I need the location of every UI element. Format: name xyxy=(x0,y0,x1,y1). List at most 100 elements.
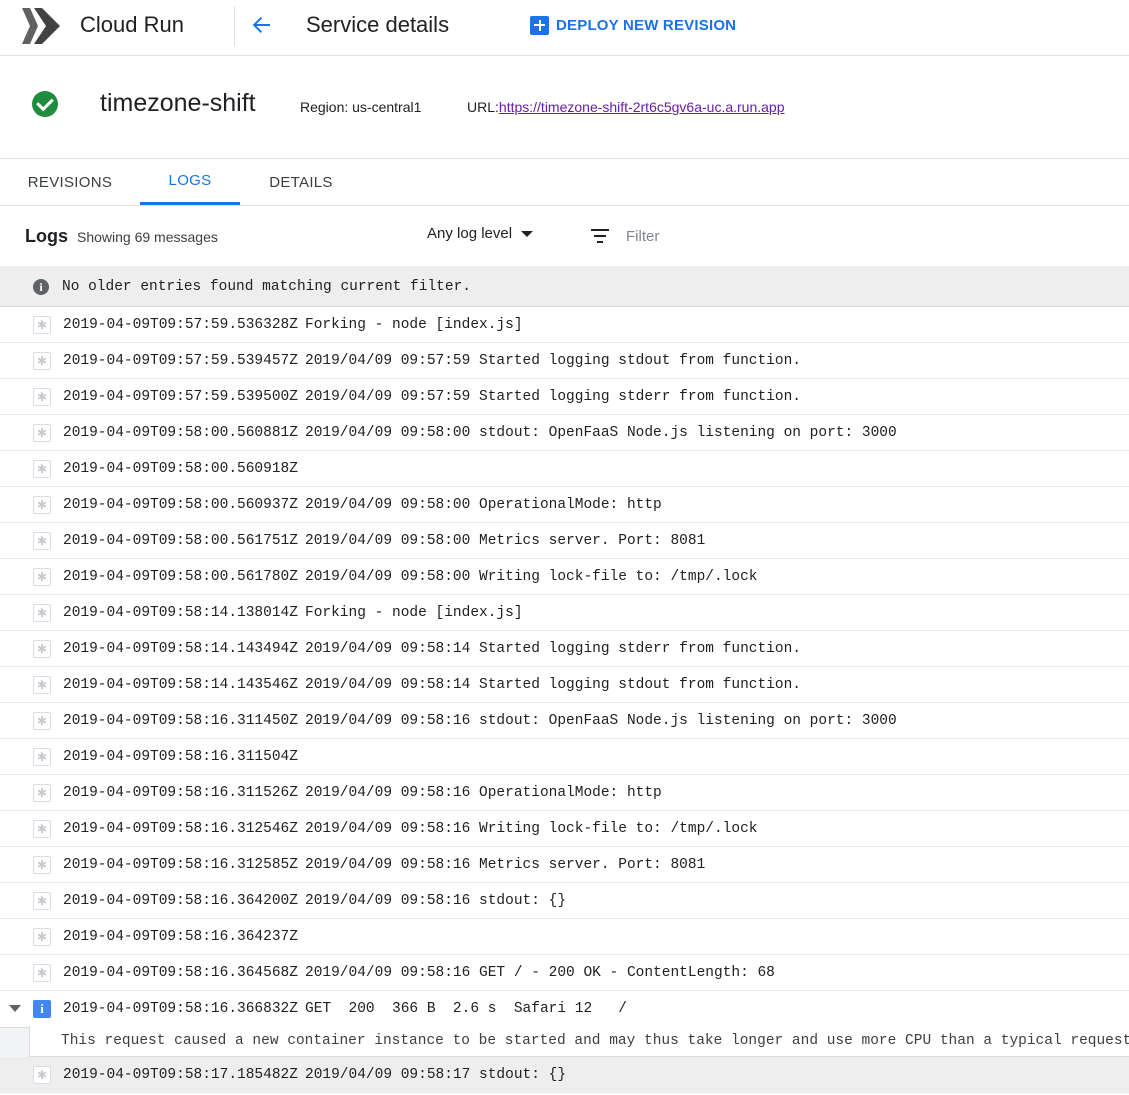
app-title: Cloud Run xyxy=(80,12,184,37)
log-entry-row[interactable]: ✱ 2019-04-09T09:58:17.185482Z 2019/04/09 0… xyxy=(0,1057,1129,1093)
severity-default-icon: ✱ xyxy=(33,964,51,982)
severity-default-icon: ✱ xyxy=(33,496,51,514)
tab-revisions[interactable]: REVISIONS xyxy=(0,159,140,205)
log-message: 2019/04/09 09:58:14 Started logging stde… xyxy=(305,641,801,657)
log-entry-row[interactable]: ✱ 2019-04-09T09:58:16.311526Z 2019/04/09 0… xyxy=(0,775,1129,811)
log-entry-row[interactable]: ✱ 2019-04-09T09:58:00.560881Z 2019/04/09 0… xyxy=(0,415,1129,451)
log-level-value: Any log level xyxy=(427,225,513,242)
log-entry-detail: This request caused a new container inst… xyxy=(0,1027,1129,1057)
log-timestamp: 2019-04-09T09:58:16.311526Z xyxy=(63,785,298,801)
log-timestamp: 2019-04-09T09:57:59.539457Z xyxy=(63,353,298,369)
log-entry-row[interactable]: ✱ 2019-04-09T09:57:59.539457Z 2019/04/09 0… xyxy=(0,343,1129,379)
severity-default-icon: ✱ xyxy=(33,316,51,334)
log-entry-row[interactable]: ✱ 2019-04-09T09:58:16.312585Z 2019/04/09 0… xyxy=(0,847,1129,883)
log-timestamp: 2019-04-09T09:58:00.561780Z xyxy=(63,569,298,585)
caret-down-icon xyxy=(521,230,534,237)
severity-default-icon: ✱ xyxy=(33,820,51,838)
severity-default-icon: ✱ xyxy=(33,1066,51,1084)
log-timestamp: 2019-04-09T09:57:59.539500Z xyxy=(63,389,298,405)
severity-default-icon: ✱ xyxy=(33,424,51,442)
severity-info-icon: i xyxy=(33,1000,51,1018)
severity-default-icon: ✱ xyxy=(33,928,51,946)
top-bar: Cloud Run Service details DEPLOY NEW REV… xyxy=(0,0,1129,56)
check-circle-icon xyxy=(32,91,58,117)
severity-default-icon: ✱ xyxy=(33,748,51,766)
log-message: 2019/04/09 09:58:16 Writing lock-file to… xyxy=(305,821,758,837)
tab-bar: REVISIONS LOGS DETAILS xyxy=(0,159,1129,206)
expand-arrow-icon[interactable] xyxy=(9,1005,21,1012)
log-entry-row[interactable]: ✱ 2019-04-09T09:58:00.561751Z 2019/04/09 0… xyxy=(0,523,1129,559)
severity-default-icon: ✱ xyxy=(33,640,51,658)
log-detail-text: This request caused a new container inst… xyxy=(61,1033,1129,1049)
log-timestamp: 2019-04-09T09:58:16.366832Z xyxy=(63,1001,298,1017)
deploy-label: DEPLOY NEW REVISION xyxy=(556,16,737,34)
log-entry-row[interactable]: ✱ 2019-04-09T09:57:59.536328Z Forking - no… xyxy=(0,307,1129,343)
plus-box-icon xyxy=(530,15,549,35)
info-icon: i xyxy=(33,279,49,295)
log-timestamp: 2019-04-09T09:58:14.138014Z xyxy=(63,605,298,621)
log-entry-row[interactable]: ✱ 2019-04-09T09:58:16.311450Z 2019/04/09 0… xyxy=(0,703,1129,739)
log-entry-row[interactable]: ✱ 2019-04-09T09:58:16.364237Z xyxy=(0,919,1129,955)
service-name: timezone-shift xyxy=(100,89,256,117)
log-entry-row[interactable]: ✱ 2019-04-09T09:58:00.560918Z xyxy=(0,451,1129,487)
service-url-link[interactable]: https://timezone-shift-2rt6c5gv6a-uc.a.r… xyxy=(499,99,785,115)
log-entry-row[interactable]: ✱ 2019-04-09T09:58:16.312546Z 2019/04/09 0… xyxy=(0,811,1129,847)
logs-count: Showing 69 messages xyxy=(77,229,218,245)
severity-default-icon: ✱ xyxy=(33,784,51,802)
log-timestamp: 2019-04-09T09:58:17.185482Z xyxy=(63,1067,298,1083)
severity-default-icon: ✱ xyxy=(33,460,51,478)
log-message: 2019/04/09 09:58:17 stdout: {} xyxy=(305,1067,567,1083)
tab-details[interactable]: DETAILS xyxy=(250,159,352,205)
filter-input[interactable] xyxy=(626,224,926,248)
severity-default-icon: ✱ xyxy=(33,712,51,730)
logs-toolbar: Logs Showing 69 messages Any log level xyxy=(0,206,1129,266)
service-url: URL:https://timezone-shift-2rt6c5gv6a-uc… xyxy=(467,99,785,115)
log-timestamp: 2019-04-09T09:58:16.311504Z xyxy=(63,749,298,765)
log-message: 2019/04/09 09:58:16 OperationalMode: htt… xyxy=(305,785,662,801)
log-level-select[interactable]: Any log level xyxy=(427,225,534,242)
severity-default-icon: ✱ xyxy=(33,388,51,406)
log-message: 2019/04/09 09:58:16 stdout: {} xyxy=(305,893,567,909)
severity-default-icon: ✱ xyxy=(33,604,51,622)
page-title: Service details xyxy=(306,12,450,37)
detail-gutter xyxy=(0,1027,30,1057)
log-entry-row[interactable]: ✱ 2019-04-09T09:58:16.311504Z xyxy=(0,739,1129,775)
log-message: GET 200 366 B 2.6 s Safari 12 / xyxy=(305,1001,627,1017)
tab-logs[interactable]: LOGS xyxy=(140,159,240,205)
log-message: 2019/04/09 09:58:00 Metrics server. Port… xyxy=(305,533,706,549)
log-entry-row[interactable]: ✱ 2019-04-09T09:58:14.143494Z 2019/04/09 0… xyxy=(0,631,1129,667)
log-message: 2019/04/09 09:57:59 Started logging stdo… xyxy=(305,353,801,369)
log-entry-row[interactable]: ✱ 2019-04-09T09:57:59.539500Z 2019/04/09 0… xyxy=(0,379,1129,415)
log-message: 2019/04/09 09:57:59 Started logging stde… xyxy=(305,389,801,405)
log-list: ✱ 2019-04-09T09:57:59.536328Z Forking - no… xyxy=(0,307,1129,1093)
severity-default-icon: ✱ xyxy=(33,352,51,370)
severity-default-icon: ✱ xyxy=(33,568,51,586)
severity-default-icon: ✱ xyxy=(33,676,51,694)
log-timestamp: 2019-04-09T09:58:14.143546Z xyxy=(63,677,298,693)
service-header: timezone-shift Region: us-central1 URL:h… xyxy=(0,56,1129,159)
log-timestamp: 2019-04-09T09:58:16.364237Z xyxy=(63,929,298,945)
log-message: Forking - node [index.js] xyxy=(305,317,523,333)
log-entry-row[interactable]: ✱ 2019-04-09T09:58:00.560937Z 2019/04/09 0… xyxy=(0,487,1129,523)
log-message: 2019/04/09 09:58:00 stdout: OpenFaaS Nod… xyxy=(305,425,897,441)
severity-default-icon: ✱ xyxy=(33,892,51,910)
log-entry-row[interactable]: i 2019-04-09T09:58:16.366832Z GET 200 366 … xyxy=(0,991,1129,1027)
log-timestamp: 2019-04-09T09:58:00.560881Z xyxy=(63,425,298,441)
log-timestamp: 2019-04-09T09:57:59.536328Z xyxy=(63,317,298,333)
no-older-entries-notice: i No older entries found matching curren… xyxy=(0,266,1129,307)
log-entry-row[interactable]: ✱ 2019-04-09T09:58:16.364200Z 2019/04/09 0… xyxy=(0,883,1129,919)
filter-list-icon[interactable] xyxy=(591,229,609,243)
arrow-back-icon[interactable] xyxy=(246,10,276,40)
log-entry-row[interactable]: ✱ 2019-04-09T09:58:16.364568Z 2019/04/09 0… xyxy=(0,955,1129,991)
log-timestamp: 2019-04-09T09:58:16.312546Z xyxy=(63,821,298,837)
log-entry-row[interactable]: ✱ 2019-04-09T09:58:14.143546Z 2019/04/09 0… xyxy=(0,667,1129,703)
log-entry-row[interactable]: ✱ 2019-04-09T09:58:00.561780Z 2019/04/09 0… xyxy=(0,559,1129,595)
url-label: URL: xyxy=(467,99,499,115)
deploy-new-revision-button[interactable]: DEPLOY NEW REVISION xyxy=(530,14,736,36)
log-message: 2019/04/09 09:58:16 GET / - 200 OK - Con… xyxy=(305,965,775,981)
cloud-run-chevrons-icon[interactable] xyxy=(20,6,62,46)
service-region: Region: us-central1 xyxy=(300,99,422,115)
log-entry-row[interactable]: ✱ 2019-04-09T09:58:14.138014Z Forking - no… xyxy=(0,595,1129,631)
log-timestamp: 2019-04-09T09:58:00.560937Z xyxy=(63,497,298,513)
log-timestamp: 2019-04-09T09:58:16.311450Z xyxy=(63,713,298,729)
